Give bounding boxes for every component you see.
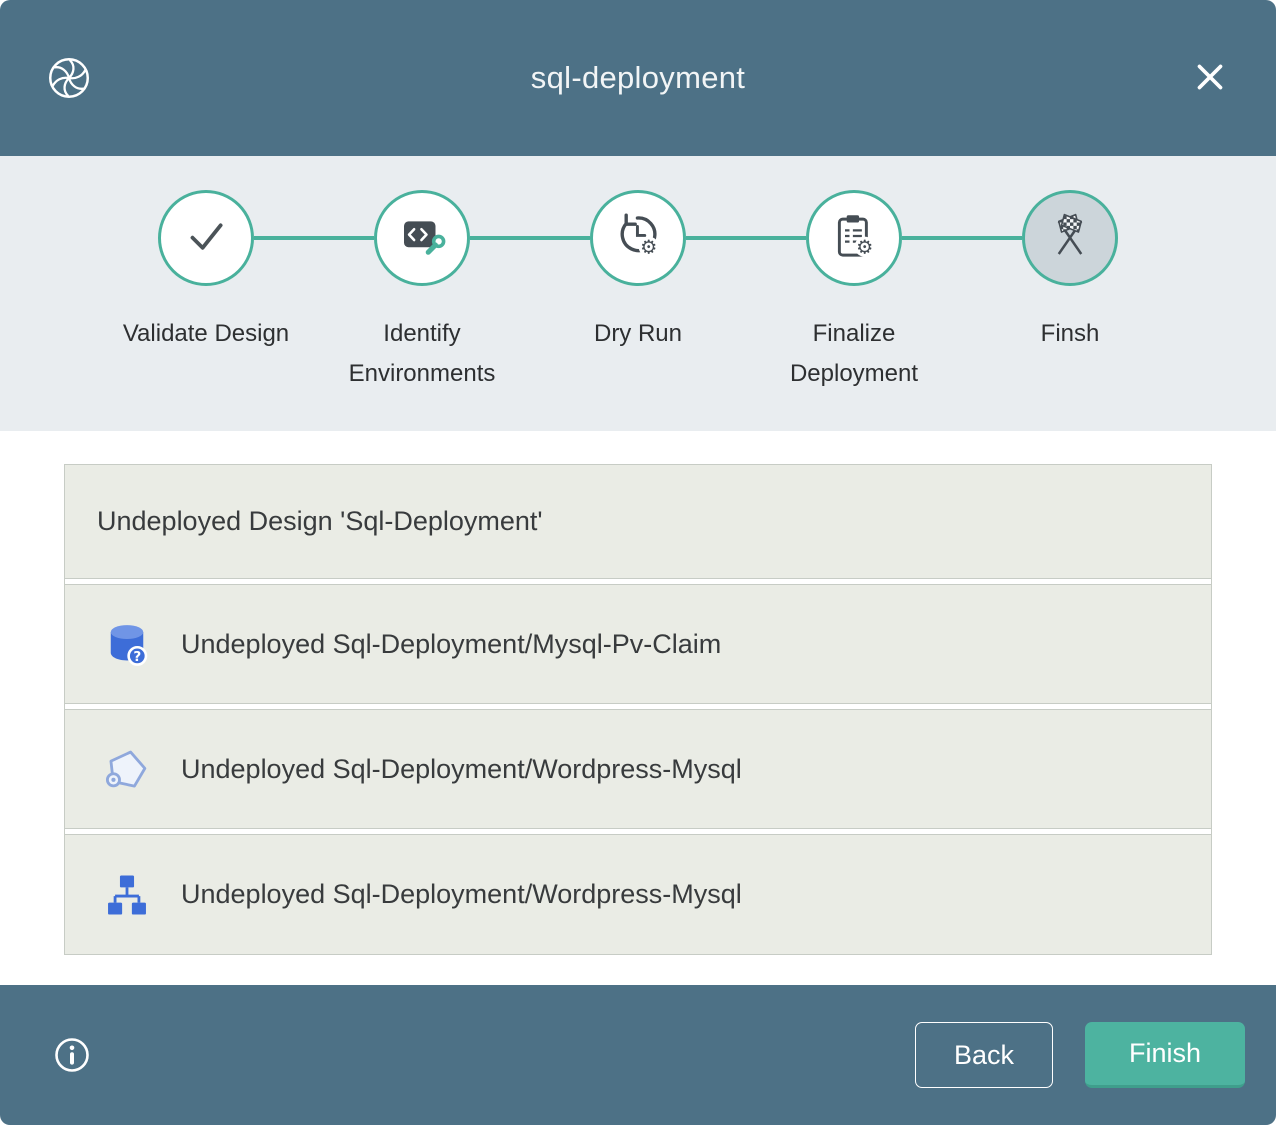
close-button[interactable] bbox=[1188, 56, 1232, 100]
step-label: Finalize Deployment bbox=[759, 314, 949, 393]
step-label: Dry Run bbox=[594, 314, 682, 354]
back-button[interactable]: Back bbox=[915, 1022, 1053, 1088]
svg-text:⚙: ⚙ bbox=[640, 235, 657, 258]
step-circle-finalize-deployment: ⚙ bbox=[806, 190, 902, 286]
topology-icon bbox=[101, 869, 153, 921]
step-validate-design: Validate Design bbox=[98, 190, 314, 393]
result-text: Undeployed Sql-Deployment/Wordpress-Mysq… bbox=[181, 754, 742, 785]
step-identify-environments: Identify Environments bbox=[314, 190, 530, 393]
info-icon bbox=[52, 1063, 92, 1078]
result-text: Undeployed Design 'Sql-Deployment' bbox=[97, 506, 543, 537]
footer-buttons: Back Finish bbox=[915, 1022, 1245, 1088]
result-row-design: Undeployed Design 'Sql-Deployment' bbox=[65, 465, 1211, 579]
result-row-service: Undeployed Sql-Deployment/Wordpress-Mysq… bbox=[65, 709, 1211, 829]
info-button[interactable] bbox=[52, 1035, 92, 1075]
step-label: Finsh bbox=[1041, 314, 1100, 354]
step-dry-run: ⚙ Dry Run bbox=[530, 190, 746, 393]
checkered-flags-icon bbox=[1043, 209, 1097, 268]
pod-icon bbox=[101, 743, 153, 795]
code-wrench-icon bbox=[395, 209, 449, 268]
step-finalize-deployment: ⚙ Finalize Deployment bbox=[746, 190, 962, 393]
svg-text:?: ? bbox=[133, 649, 141, 665]
check-icon bbox=[179, 209, 233, 268]
swirl-logo-icon bbox=[44, 53, 94, 103]
step-label: Validate Design bbox=[123, 314, 289, 354]
step-circle-validate-design bbox=[158, 190, 254, 286]
modal-header: sql-deployment bbox=[0, 0, 1276, 156]
modal-title: sql-deployment bbox=[531, 60, 745, 96]
close-icon bbox=[1191, 58, 1229, 99]
results-section: Undeployed Design 'Sql-Deployment' ? Und… bbox=[0, 431, 1276, 985]
step-circle-finish bbox=[1022, 190, 1118, 286]
clipboard-gear-icon: ⚙ bbox=[827, 209, 881, 268]
step-label: Identify Environments bbox=[327, 314, 517, 393]
step-circle-identify-environments bbox=[374, 190, 470, 286]
step-finish: Finsh bbox=[962, 190, 1178, 393]
result-row-pv-claim: ? Undeployed Sql-Deployment/Mysql-Pv-Cla… bbox=[65, 584, 1211, 704]
result-text: Undeployed Sql-Deployment/Mysql-Pv-Claim bbox=[181, 629, 721, 660]
deployment-wizard-modal: sql-deployment Validate Design bbox=[0, 0, 1276, 1125]
wizard-stepper: Validate Design Identify Environment bbox=[0, 156, 1276, 431]
history-gear-icon: ⚙ bbox=[611, 209, 665, 268]
finish-button[interactable]: Finish bbox=[1085, 1022, 1245, 1088]
result-row-deployment: Undeployed Sql-Deployment/Wordpress-Mysq… bbox=[65, 834, 1211, 954]
step-circle-dry-run: ⚙ bbox=[590, 190, 686, 286]
result-text: Undeployed Sql-Deployment/Wordpress-Mysq… bbox=[181, 879, 742, 910]
modal-footer: Back Finish bbox=[0, 985, 1276, 1125]
svg-text:⚙: ⚙ bbox=[856, 235, 873, 258]
database-icon: ? bbox=[101, 618, 153, 670]
results-box: Undeployed Design 'Sql-Deployment' ? Und… bbox=[64, 464, 1212, 955]
